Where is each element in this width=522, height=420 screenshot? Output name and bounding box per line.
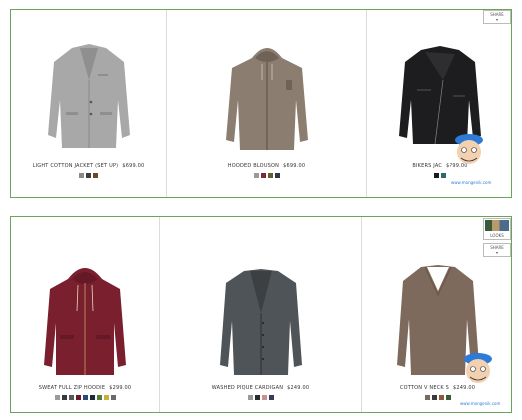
product-caption[interactable]: HOODED BLOUSON $699.00: [167, 163, 366, 169]
color-swatch[interactable]: [82, 395, 88, 400]
color-swatch[interactable]: [267, 173, 273, 178]
chevron-down-icon: ▾: [495, 250, 498, 255]
product-card-washed-pique-cardigan[interactable]: WASHED PIQUE CARDIGAN $249.00: [159, 217, 361, 412]
looks-label: LOOKS: [490, 233, 504, 238]
color-swatch[interactable]: [96, 395, 102, 400]
looks-thumbnail: [485, 220, 509, 231]
color-swatch[interactable]: [110, 395, 116, 400]
color-swatch[interactable]: [254, 395, 260, 400]
color-swatch[interactable]: [61, 395, 67, 400]
color-swatches: [11, 173, 166, 178]
looks-button[interactable]: LOOKS: [483, 218, 511, 240]
color-swatch[interactable]: [438, 395, 444, 400]
color-swatches: [362, 395, 513, 400]
product-card-light-cotton-jacket[interactable]: LIGHT COTTON JACKET (SET UP) $699.00: [11, 10, 166, 197]
color-swatch[interactable]: [424, 395, 430, 400]
color-swatch[interactable]: [103, 395, 109, 400]
color-swatch[interactable]: [445, 395, 451, 400]
watermark-mascot-icon: [464, 353, 492, 383]
product-row-top: LIGHT COTTON JACKET (SET UP) $699.00 HOOD…: [10, 9, 512, 198]
product-card-hooded-blouson[interactable]: HOODED BLOUSON $699.00: [166, 10, 366, 197]
color-swatch[interactable]: [54, 395, 60, 400]
color-swatches: [160, 395, 361, 400]
product-card-bikers-jacket[interactable]: BIKERS JAC $?99.00 SHARE ▾ www.mongenik.c…: [366, 10, 513, 197]
color-swatch[interactable]: [261, 395, 267, 400]
product-caption[interactable]: LIGHT COTTON JACKET (SET UP) $699.00: [11, 163, 166, 169]
product-caption[interactable]: BIKERS JAC $?99.00: [367, 163, 513, 169]
color-swatch[interactable]: [434, 173, 439, 178]
color-swatch[interactable]: [268, 395, 274, 400]
share-button[interactable]: SHARE ▾: [483, 10, 511, 24]
color-swatch[interactable]: [253, 173, 259, 178]
color-swatch[interactable]: [86, 173, 91, 178]
product-card-cotton-v-neck-sweater[interactable]: COTTON V NECK S $249.00 LOOKS SHARE ▾ www…: [361, 217, 513, 412]
color-swatch[interactable]: [431, 395, 437, 400]
color-swatch[interactable]: [89, 395, 95, 400]
color-swatches: [367, 173, 513, 178]
color-swatch[interactable]: [260, 173, 266, 178]
color-swatches: [167, 173, 366, 178]
product-row-bottom: SWEAT FULL ZIP HOODIE $299.00 WASHED PIQU…: [10, 216, 512, 413]
product-image-washed-pique-cardigan[interactable]: [216, 261, 306, 381]
color-swatch[interactable]: [441, 173, 446, 178]
product-caption[interactable]: SWEAT FULL ZIP HOODIE $299.00: [11, 385, 159, 391]
color-swatch[interactable]: [79, 173, 84, 178]
product-image-light-cotton-jacket[interactable]: [44, 40, 134, 160]
color-swatch[interactable]: [274, 173, 280, 178]
product-caption[interactable]: WASHED PIQUE CARDIGAN $249.00: [160, 385, 361, 391]
color-swatch[interactable]: [247, 395, 253, 400]
watermark-mascot-icon: [455, 134, 483, 164]
color-swatch[interactable]: [68, 395, 74, 400]
product-card-sweat-full-zip-hoodie[interactable]: SWEAT FULL ZIP HOODIE $299.00: [11, 217, 159, 412]
share-button[interactable]: SHARE ▾: [483, 243, 511, 257]
color-swatch[interactable]: [75, 395, 81, 400]
chevron-down-icon: ▾: [495, 17, 498, 22]
watermark-text: www.mongenik.com: [460, 401, 501, 406]
product-image-sweat-full-zip-hoodie[interactable]: [40, 261, 130, 381]
color-swatches: [11, 395, 159, 400]
color-swatch[interactable]: [93, 173, 98, 178]
watermark-text: www.mongenik.com: [451, 180, 492, 185]
product-image-hooded-blouson[interactable]: [222, 40, 312, 160]
